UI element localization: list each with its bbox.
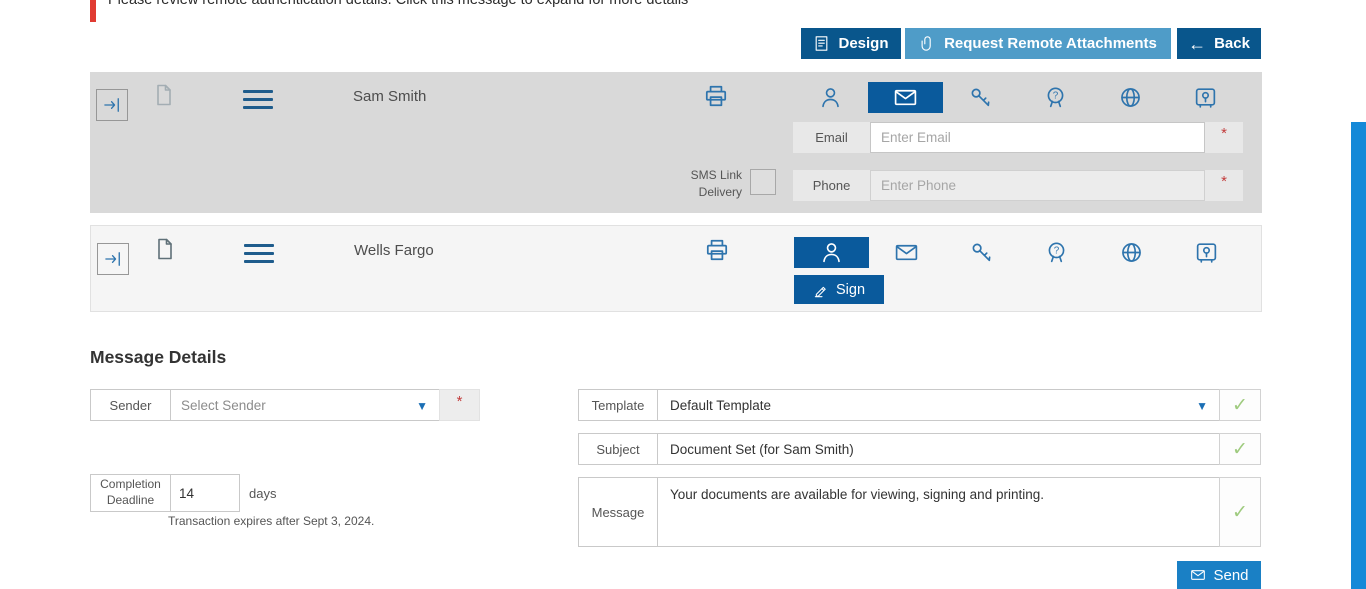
phone-input[interactable] (870, 170, 1205, 201)
email-delivery-button[interactable] (868, 82, 943, 113)
routing-icon (103, 249, 123, 269)
authentication-button[interactable] (944, 237, 1019, 268)
scrollbar[interactable] (1351, 122, 1366, 589)
routing-order-button[interactable] (97, 243, 129, 275)
routing-icon (102, 95, 122, 115)
drag-handle-icon[interactable] (244, 244, 274, 268)
send-documents-page: ? Please review remote authentication de… (0, 0, 1366, 589)
send-button-label: Send (1213, 566, 1249, 584)
design-button-label: Design (838, 35, 889, 52)
message-label: Message (578, 477, 658, 547)
paperclip-icon (919, 35, 936, 52)
online-delivery-button[interactable] (1094, 237, 1169, 268)
document-status-icon (153, 236, 177, 262)
key-icon (968, 85, 993, 110)
document-status-icon (152, 82, 176, 108)
template-valid-check: ✓ (1219, 389, 1261, 421)
phone-label: Phone (793, 170, 870, 201)
message-details-heading: Message Details (90, 347, 227, 367)
email-label: Email (793, 122, 870, 153)
email-required-marker: * (1205, 122, 1243, 153)
recipient-person-button[interactable] (793, 82, 868, 113)
challenge-question-button[interactable] (1019, 237, 1094, 268)
send-button[interactable]: Send (1177, 561, 1261, 589)
back-button[interactable]: ← Back (1177, 28, 1261, 59)
phone-required-marker: * (1205, 170, 1243, 201)
message-textarea[interactable]: Your documents are available for viewing… (657, 477, 1220, 547)
template-select[interactable]: Default Template ▼ (657, 389, 1220, 421)
routing-order-button[interactable] (96, 89, 128, 121)
notice-banner[interactable]: Please review remote authentication deta… (90, 0, 1260, 22)
question-badge-icon (1044, 240, 1069, 265)
online-delivery-button[interactable] (1093, 82, 1168, 113)
sender-select-value: Select Sender (181, 397, 266, 413)
recipient-row-wells-fargo: Wells Fargo Sign (90, 225, 1262, 312)
template-select-value: Default Template (670, 397, 772, 413)
chevron-down-icon: ▼ (1196, 399, 1208, 413)
sender-required-marker: * (439, 389, 480, 421)
globe-icon (1118, 85, 1143, 110)
days-label: days (249, 486, 277, 501)
chevron-down-icon: ▼ (416, 399, 428, 413)
key-icon (969, 240, 994, 265)
back-arrow-icon: ← (1188, 33, 1207, 54)
sms-link-delivery-label: SMS Link Delivery (690, 168, 742, 199)
request-remote-attachments-label: Request Remote Attachments (944, 35, 1157, 52)
envelope-icon (894, 240, 919, 265)
envelope-icon (893, 85, 918, 110)
print-icon[interactable] (704, 237, 730, 263)
recipient-row-sam-smith: Sam Smith Email * SMS Link Delivery Phon… (90, 72, 1262, 213)
email-delivery-button[interactable] (869, 237, 944, 268)
template-label: Template (578, 389, 658, 421)
design-icon (813, 35, 830, 52)
completion-deadline-input[interactable] (170, 474, 240, 512)
question-badge-icon (1043, 85, 1068, 110)
send-envelope-icon (1189, 567, 1207, 583)
request-remote-attachments-button[interactable]: Request Remote Attachments (905, 28, 1171, 59)
vault-icon (1193, 85, 1218, 110)
print-icon[interactable] (703, 83, 729, 109)
delivery-options (793, 82, 1243, 113)
globe-icon (1119, 240, 1144, 265)
sms-link-delivery-checkbox[interactable] (750, 169, 776, 195)
person-icon (818, 85, 843, 110)
sign-button[interactable]: Sign (794, 275, 884, 304)
delivery-options (794, 237, 1244, 268)
person-icon (819, 240, 844, 265)
message-valid-check: ✓ (1219, 477, 1261, 547)
subject-valid-check: ✓ (1219, 433, 1261, 465)
subject-input[interactable] (657, 433, 1220, 465)
evault-button[interactable] (1168, 82, 1243, 113)
expiry-note: Transaction expires after Sept 3, 2024. (168, 514, 375, 528)
sender-select[interactable]: Select Sender ▼ (170, 389, 440, 421)
pen-icon (813, 282, 829, 298)
recipient-name: Wells Fargo (354, 242, 434, 259)
sender-label: Sender (90, 389, 171, 421)
challenge-question-button[interactable] (1018, 82, 1093, 113)
design-button[interactable]: Design (801, 28, 901, 59)
completion-deadline-label: Completion Deadline (90, 474, 171, 512)
recipient-person-button[interactable] (794, 237, 869, 268)
subject-label: Subject (578, 433, 658, 465)
sign-button-label: Sign (835, 281, 866, 298)
vault-icon (1194, 240, 1219, 265)
back-button-label: Back (1214, 35, 1250, 52)
drag-handle-icon[interactable] (243, 90, 273, 114)
recipient-name: Sam Smith (353, 88, 427, 105)
notice-text: Please review remote authentication deta… (108, 0, 689, 8)
authentication-button[interactable] (943, 82, 1018, 113)
evault-button[interactable] (1169, 237, 1244, 268)
email-input[interactable] (870, 122, 1205, 153)
